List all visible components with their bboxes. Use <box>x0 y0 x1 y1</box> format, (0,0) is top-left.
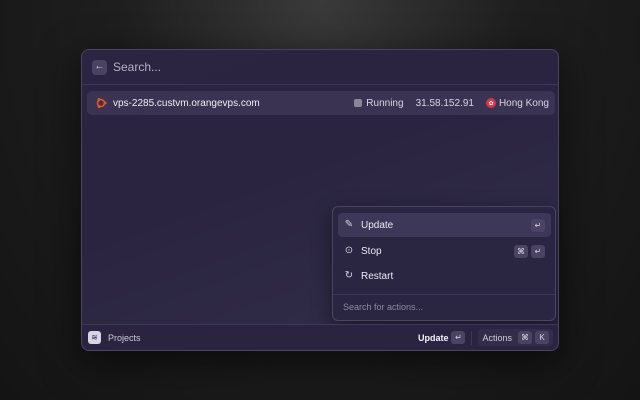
actions-panel: ✎ Update ↵ ⊙ Stop ⌘ ↵ ↻ Restart <box>332 206 556 321</box>
primary-action-button[interactable]: Update <box>418 333 449 343</box>
hong-kong-flag-icon: ✿ <box>485 98 496 108</box>
action-label: Stop <box>361 245 382 257</box>
status-cube-icon <box>354 99 363 107</box>
command-key: ⌘ <box>518 331 532 344</box>
back-button[interactable]: ← <box>92 59 107 75</box>
action-stop[interactable]: ⊙ Stop ⌘ ↵ <box>338 239 551 263</box>
server-ip: 31.58.152.91 <box>415 97 474 109</box>
action-label: Update <box>361 219 394 231</box>
server-status: Running <box>366 97 404 109</box>
enter-key: ↵ <box>451 331 466 344</box>
command-key: ⌘ <box>514 244 528 258</box>
actions-label: Actions <box>482 332 512 343</box>
enter-key: ↵ <box>531 244 545 258</box>
action-update[interactable]: ✎ Update ↵ <box>338 213 551 237</box>
server-meta: Running 31.58.152.91 ✿ Hong Kong <box>354 98 549 109</box>
ubuntu-icon <box>96 98 107 108</box>
footer-section-label: Projects <box>108 332 141 343</box>
k-key: K <box>535 331 549 344</box>
search-bar: ← <box>82 50 558 85</box>
restart-icon: ↻ <box>344 270 354 281</box>
server-location: Hong Kong <box>498 97 549 109</box>
server-list-item[interactable]: vps-2285.custvm.orangevps.com Running 31… <box>87 91 555 115</box>
footer-bar: ≋ Projects Update ↵ Actions ⌘ K <box>82 324 558 350</box>
action-restart[interactable]: ↻ Restart <box>338 264 551 288</box>
action-label: Restart <box>361 270 394 282</box>
actions-button[interactable]: Actions ⌘ K <box>478 329 553 346</box>
projects-icon: ≋ <box>88 331 101 344</box>
enter-key: ↵ <box>531 218 545 232</box>
arrow-left-icon: ← <box>94 61 105 72</box>
stop-circle-icon: ⊙ <box>344 245 354 256</box>
actions-search-input[interactable] <box>343 302 543 312</box>
divider <box>333 294 555 295</box>
server-name: vps-2285.custvm.orangevps.com <box>113 97 260 109</box>
search-input[interactable] <box>113 60 513 74</box>
command-window: ← vps-2285.custvm.orangevps.com Running … <box>81 49 559 351</box>
pencil-icon: ✎ <box>344 219 354 230</box>
divider <box>471 330 473 345</box>
